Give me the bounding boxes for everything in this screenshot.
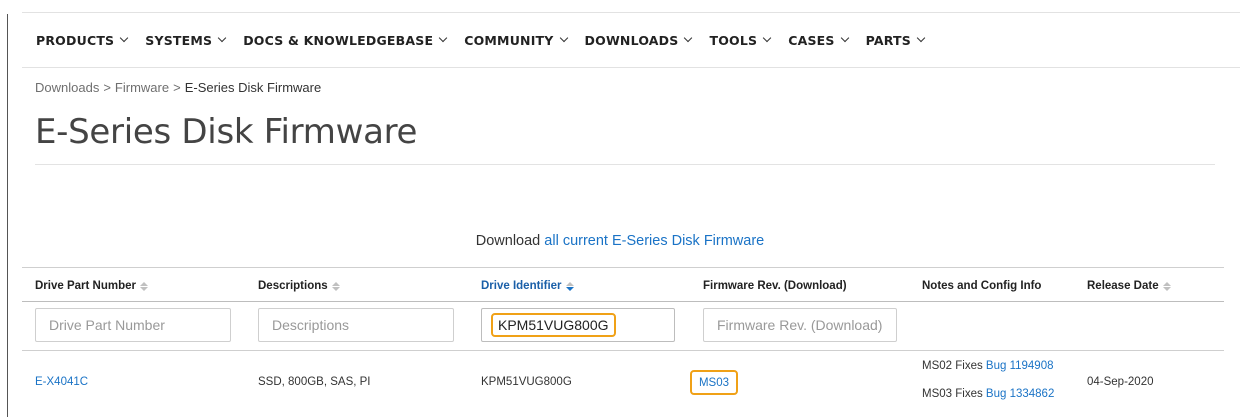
download-prefix: Download xyxy=(475,233,541,249)
nav-cases[interactable]: CASES xyxy=(788,32,849,48)
nav-docs-label: DOCS & KNOWLEDGEBASE xyxy=(243,32,434,48)
chevron-down-icon xyxy=(684,33,693,43)
filter-drive-identifier-input[interactable]: KPM51VUG800G xyxy=(481,308,675,342)
nav-tools-label: TOOLS xyxy=(709,32,758,48)
header-label: Drive Identifier xyxy=(481,280,562,292)
sort-icon xyxy=(331,281,340,291)
table-top-border xyxy=(22,267,1224,268)
header-drive-identifier[interactable]: Drive Identifier xyxy=(481,280,574,292)
page-title: E-Series Disk Firmware xyxy=(35,112,418,152)
chevron-down-icon xyxy=(762,33,772,43)
title-divider xyxy=(35,164,1215,165)
sort-icon xyxy=(1162,281,1171,291)
nav-products[interactable]: PRODUCTS xyxy=(36,32,129,48)
breadcrumb: Downloads > Firmware > E-Series Disk Fir… xyxy=(35,80,321,95)
header-firmware-rev: Firmware Rev. (Download) xyxy=(703,280,847,292)
download-all-line: Download all current E-Series Disk Firmw… xyxy=(0,233,1240,249)
filter-firmware-input[interactable]: Firmware Rev. (Download) xyxy=(703,308,897,342)
chevron-down-icon xyxy=(120,33,129,43)
part-number-link[interactable]: E-X4041C xyxy=(35,376,88,388)
chevron-down-icon xyxy=(916,33,926,43)
nav-systems-label: SYSTEMS xyxy=(145,32,213,48)
main-nav: PRODUCTS SYSTEMS DOCS & KNOWLEDGEBASE CO… xyxy=(22,12,1240,68)
header-label: Drive Part Number xyxy=(35,280,136,292)
header-label: Descriptions xyxy=(258,280,328,292)
description-cell: SSD, 800GB, SAS, PI xyxy=(258,376,371,388)
filter-drive-part-number-input[interactable]: Drive Part Number xyxy=(35,308,231,342)
nav-cases-label: CASES xyxy=(788,32,835,48)
nav-docs[interactable]: DOCS & KNOWLEDGEBASE xyxy=(243,32,448,48)
nav-downloads-label: DOWNLOADS xyxy=(584,32,679,48)
note-text: MS03 Fixes xyxy=(922,388,983,400)
nav-parts-label: PARTS xyxy=(865,32,911,48)
nav-downloads[interactable]: DOWNLOADS xyxy=(584,32,693,48)
chevron-down-icon xyxy=(217,33,227,43)
filter-descriptions-input[interactable]: Descriptions xyxy=(258,308,454,342)
nav-community-label: COMMUNITY xyxy=(464,32,554,48)
release-date-cell: 04-Sep-2020 xyxy=(1087,376,1154,388)
header-divider xyxy=(22,301,1224,302)
bug-link[interactable]: Bug 1334862 xyxy=(986,388,1054,400)
sort-descending-icon xyxy=(565,281,574,291)
header-label: Firmware Rev. (Download) xyxy=(703,280,847,292)
drive-identifier-value: KPM51VUG800G xyxy=(491,313,616,337)
bug-link[interactable]: Bug 1194908 xyxy=(986,360,1054,372)
drive-identifier-cell: KPM51VUG800G xyxy=(481,376,572,388)
firmware-download-link[interactable]: MS03 xyxy=(699,377,729,389)
breadcrumb-downloads[interactable]: Downloads xyxy=(35,80,99,95)
header-label: Notes and Config Info xyxy=(922,280,1042,292)
breadcrumb-current: E-Series Disk Firmware xyxy=(184,80,322,95)
header-release-date[interactable]: Release Date xyxy=(1087,280,1171,292)
note-line: MS03 Fixes Bug 1334862 xyxy=(922,388,1054,400)
nav-parts[interactable]: PARTS xyxy=(865,32,926,48)
breadcrumb-separator: > xyxy=(173,80,181,95)
nav-tools[interactable]: TOOLS xyxy=(709,32,772,48)
window-edge xyxy=(7,14,8,417)
breadcrumb-separator: > xyxy=(103,80,111,95)
header-descriptions[interactable]: Descriptions xyxy=(258,280,340,292)
header-drive-part-number[interactable]: Drive Part Number xyxy=(35,280,148,292)
chevron-down-icon xyxy=(559,33,568,43)
note-line: MS02 Fixes Bug 1194908 xyxy=(922,360,1054,372)
chevron-down-icon xyxy=(840,33,849,43)
filter-row-divider xyxy=(22,350,1224,351)
nav-products-label: PRODUCTS xyxy=(36,32,115,48)
firmware-highlight: MS03 xyxy=(690,370,738,395)
header-notes: Notes and Config Info xyxy=(922,280,1041,292)
sort-icon xyxy=(139,281,148,291)
nav-community[interactable]: COMMUNITY xyxy=(464,32,568,48)
breadcrumb-firmware[interactable]: Firmware xyxy=(115,80,169,95)
note-text: MS02 Fixes xyxy=(922,360,983,372)
nav-systems[interactable]: SYSTEMS xyxy=(145,32,227,48)
header-label: Release Date xyxy=(1087,280,1159,292)
download-all-link[interactable]: all current E-Series Disk Firmware xyxy=(544,233,764,249)
chevron-down-icon xyxy=(438,33,448,43)
